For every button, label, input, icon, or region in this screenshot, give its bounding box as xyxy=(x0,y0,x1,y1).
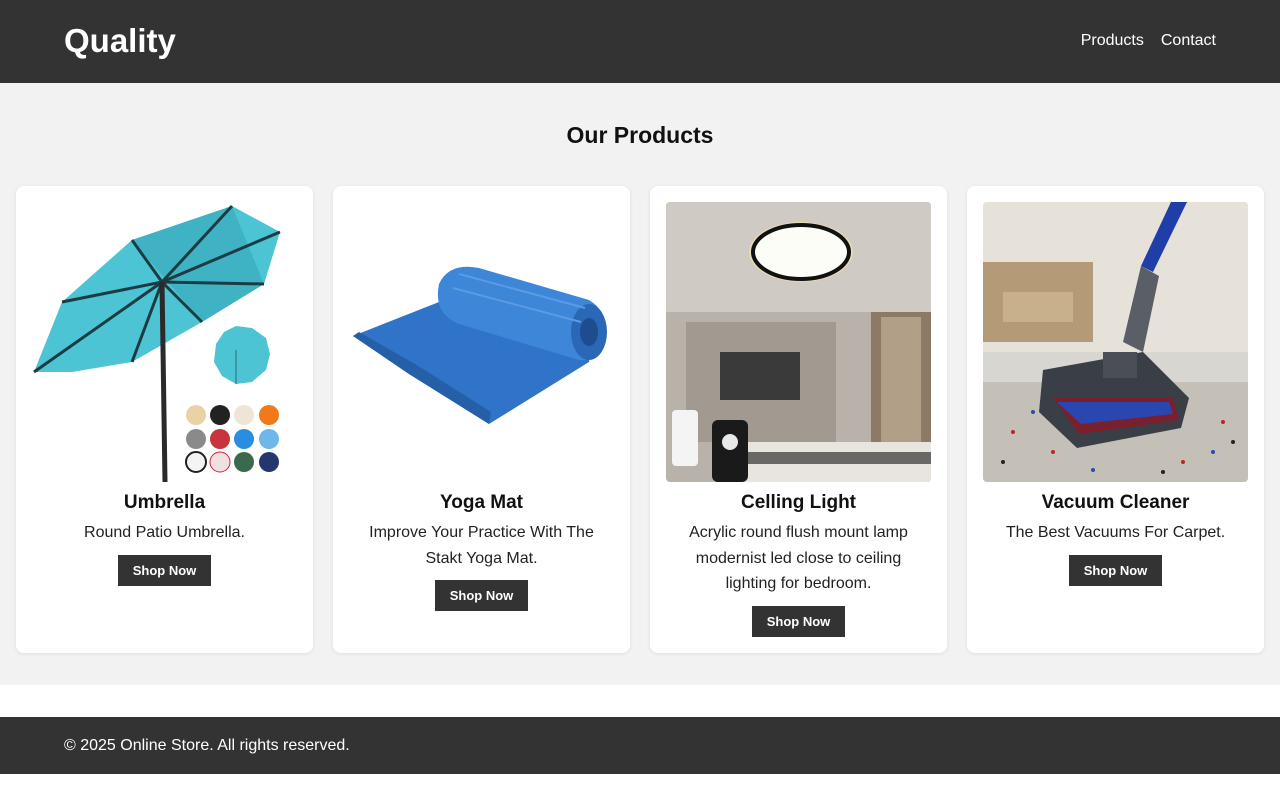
site-footer: © 2025 Online Store. All rights reserved… xyxy=(0,717,1280,774)
product-description: Round Patio Umbrella. xyxy=(84,524,245,541)
site-logo[interactable]: Quality xyxy=(64,22,176,60)
product-name: Vacuum Cleaner xyxy=(1041,492,1190,513)
product-card-celling-light: Celling Light Acrylic round flush mount … xyxy=(650,186,947,653)
product-card-vacuum-cleaner: Vacuum Cleaner The Best Vacuums For Carp… xyxy=(967,186,1264,653)
footer-copyright: © 2025 Online Store. All rights reserved… xyxy=(64,737,350,754)
main-nav: Products Contact xyxy=(1081,31,1216,51)
product-card-yoga-mat: Yoga Mat Improve Your Practice With The … xyxy=(333,186,630,653)
product-name: Yoga Mat xyxy=(439,492,524,513)
shop-now-button[interactable]: Shop Now xyxy=(435,580,528,611)
yoga-mat-image xyxy=(349,202,614,482)
product-description: The Best Vacuums For Carpet. xyxy=(1005,524,1226,541)
ceiling-light-image xyxy=(666,202,931,482)
nav-link-contact[interactable]: Contact xyxy=(1161,31,1216,51)
product-name: Celling Light xyxy=(740,492,857,513)
umbrella-image xyxy=(32,202,297,482)
vacuum-cleaner-image xyxy=(983,202,1248,482)
shop-now-button[interactable]: Shop Now xyxy=(1069,555,1162,586)
product-description: Acrylic round flush mount lamp modernist… xyxy=(689,524,908,592)
products-section: Our Products Umbrella Round Patio Umbrel… xyxy=(0,83,1280,685)
site-header: Quality Products Contact xyxy=(0,0,1280,83)
shop-now-button[interactable]: Shop Now xyxy=(752,606,845,637)
product-name: Umbrella xyxy=(123,492,206,513)
product-card-umbrella: Umbrella Round Patio Umbrella. Shop Now xyxy=(16,186,313,653)
product-description: Improve Your Practice With The Stakt Yog… xyxy=(369,524,594,567)
shop-now-button[interactable]: Shop Now xyxy=(118,555,211,586)
nav-link-products[interactable]: Products xyxy=(1081,31,1144,51)
section-title: Our Products xyxy=(566,122,714,148)
